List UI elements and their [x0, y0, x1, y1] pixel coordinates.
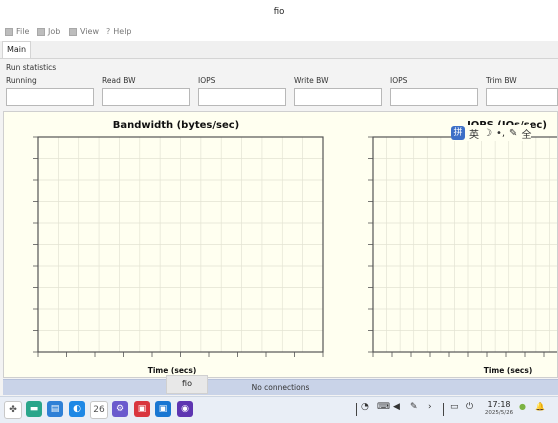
ime-pinyin-icon[interactable]: 拼 — [451, 126, 465, 140]
run-statistics-panel: Run statistics Running Read BW IOPS Writ… — [0, 59, 558, 109]
browser-icon[interactable]: ◐ — [69, 401, 85, 417]
menu-help[interactable]: ? Help — [106, 27, 132, 36]
stat-trim-bw-label: Trim BW — [486, 76, 517, 85]
stat-write-bw-label: Write BW — [294, 76, 329, 85]
taskbar-tooltip: fio — [166, 375, 208, 394]
stat-running: Running — [6, 76, 94, 106]
stat-read-bw-label: Read BW — [102, 76, 136, 85]
menu-file-label: File — [16, 27, 30, 36]
menu-view-label: View — [80, 27, 99, 36]
power-manager-icon[interactable]: ◔ — [361, 402, 369, 412]
input-method-icon[interactable]: ▭ — [450, 402, 459, 412]
view-icon — [69, 27, 77, 36]
window-title: fio — [273, 7, 285, 17]
keyboard-icon[interactable]: ⌨ — [377, 402, 390, 412]
terminal-icon[interactable]: ▬ — [26, 401, 42, 417]
volume-icon[interactable]: ◀ — [393, 402, 400, 412]
taskbar-separator-2 — [443, 403, 444, 416]
bandwidth-graph-title: Bandwidth (bytes/sec) — [113, 120, 240, 131]
menu-job[interactable]: Job — [37, 27, 60, 36]
stat-running-label: Running — [6, 76, 37, 85]
shutdown-icon[interactable]: ⏻ — [466, 402, 473, 412]
stat-read-iops-field — [198, 88, 286, 106]
file-icon — [5, 27, 13, 36]
ime-toolbar: 拼 英 ☽ •, ✎ 全 — [451, 125, 532, 141]
stat-write-iops-field — [390, 88, 478, 106]
tab-main[interactable]: Main — [2, 41, 32, 58]
clock-time: 17:18 — [487, 400, 511, 409]
stat-read-iops: IOPS — [198, 76, 286, 106]
clock-date: 2025/5/26 — [484, 410, 514, 416]
status-dot-icon[interactable]: ● — [519, 402, 526, 411]
taskbar-separator — [356, 403, 357, 416]
stat-read-bw-field — [102, 88, 190, 106]
status-bar: No connections — [3, 379, 558, 395]
taskbar: ✤ ▬ ▤ ◐ 26 ⚙ ▣ ▣ ◉ ◔ ⌨ ◀ ✎ › ▭ ⏻ 17:18 2025/5/26 ● 🔔 — [0, 396, 558, 423]
ime-pen-icon[interactable]: ✎ — [509, 128, 517, 139]
ime-fullwidth-toggle[interactable]: 全 — [521, 126, 531, 141]
menu-view[interactable]: View — [69, 27, 99, 36]
app-red-icon[interactable]: ▣ — [134, 401, 150, 417]
menu-help-label: Help — [113, 27, 132, 36]
menu-file[interactable]: File — [5, 27, 29, 36]
iops-graph-xlabel: Time (secs) — [484, 366, 533, 375]
app-purple-icon[interactable]: ◉ — [177, 401, 193, 417]
job-icon — [37, 27, 45, 36]
ime-english-toggle[interactable]: 英 — [469, 126, 479, 141]
app-blue-icon[interactable]: ▣ — [155, 401, 171, 417]
title-bar: fio — [0, 0, 558, 25]
calendar-icon[interactable]: 26 — [90, 401, 108, 419]
clock[interactable]: 17:18 2025/5/26 — [484, 400, 514, 417]
stat-trim-bw: Trim BW — [486, 76, 558, 106]
file-manager-icon[interactable]: ▤ — [47, 401, 63, 417]
graphs-canvas: Time (secs) Time (secs) Bandwidth (bytes… — [33, 120, 557, 375]
stat-write-iops: IOPS — [390, 76, 478, 106]
stat-read-bw: Read BW — [102, 76, 190, 106]
bandwidth-graph-xlabel: Time (secs) — [148, 366, 197, 375]
stat-write-bw-field — [294, 88, 382, 106]
help-icon: ? — [106, 27, 111, 36]
pen-icon[interactable]: ✎ — [410, 402, 418, 412]
menu-bar: File Job View ? Help — [0, 24, 558, 41]
connection-status: No connections — [251, 383, 310, 392]
settings-icon[interactable]: ⚙ — [112, 401, 128, 417]
stat-trim-bw-field — [486, 88, 558, 106]
stat-read-iops-label: IOPS — [198, 76, 216, 85]
bell-icon[interactable]: 🔔 — [535, 402, 545, 411]
stat-write-iops-label: IOPS — [390, 76, 408, 85]
ime-punct-icon[interactable]: •, — [496, 128, 505, 139]
launcher-icon[interactable]: ✤ — [4, 401, 22, 419]
stat-write-bw: Write BW — [294, 76, 382, 106]
graph-area: Time (secs) Time (secs) Bandwidth (bytes… — [3, 111, 558, 378]
ime-moon-icon[interactable]: ☽ — [483, 128, 492, 139]
tab-bar: Main — [0, 41, 558, 59]
menu-job-label: Job — [48, 27, 61, 36]
expand-icon[interactable]: › — [428, 402, 432, 412]
run-statistics-title: Run statistics — [6, 63, 57, 72]
stat-running-field — [6, 88, 94, 106]
